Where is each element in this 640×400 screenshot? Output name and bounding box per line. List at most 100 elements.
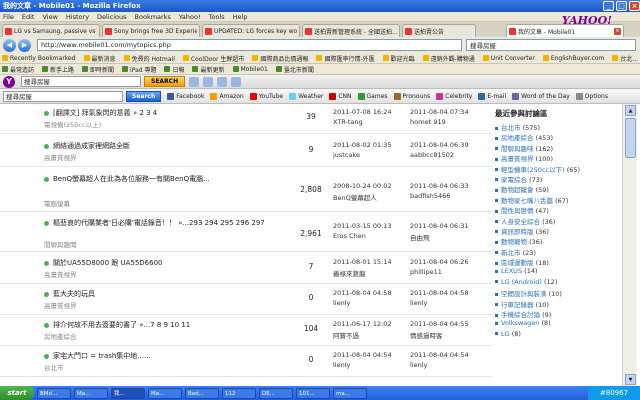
address-bar[interactable]: http://www.mobile01.com/mytopics.php <box>37 39 462 51</box>
last-reply-user[interactable]: 自由飛 <box>410 232 430 242</box>
menu-view[interactable]: View <box>42 13 57 21</box>
topic-forum[interactable]: 閒聊與趣聞 <box>44 239 77 249</box>
taskbar-item[interactable]: BMd... <box>37 387 71 399</box>
settings-icon[interactable] <box>231 76 242 87</box>
post-author[interactable]: Eros Chen <box>333 232 366 240</box>
browser-tab[interactable]: Sony brings free 3D Experienc... <box>102 24 200 37</box>
menu-yahoo[interactable]: Yahoo! <box>179 13 201 21</box>
menu-file[interactable]: File <box>3 13 14 21</box>
topic-link[interactable]: 網絡通過成家裡網路全斷 <box>44 141 294 151</box>
menu-delicious[interactable]: Delicious <box>97 13 126 21</box>
sidebar-item[interactable]: LG (8) <box>495 330 621 340</box>
scroll-thumb[interactable] <box>625 118 636 158</box>
sidebar-item[interactable]: 區域運動版 (18) <box>495 257 621 267</box>
menu-tools[interactable]: Tools <box>209 13 225 21</box>
close-button[interactable]: × <box>629 1 640 11</box>
link-item[interactable]: 臺北市新聞 <box>275 65 314 74</box>
toolbar-search-input[interactable]: 搜尋房屋 <box>3 90 123 102</box>
scroll-down-icon[interactable]: ▼ <box>625 374 636 385</box>
topic-link[interactable]: BenQ螢幕超人在此為各位服務一有關BenQ電腦... <box>44 174 294 184</box>
link-item[interactable]: 日報 <box>164 65 184 74</box>
menu-bookmarks[interactable]: Bookmarks <box>135 13 171 21</box>
bookmark-item[interactable]: Unit Converter <box>482 55 535 62</box>
link-item[interactable]: 即時新聞 <box>82 65 114 74</box>
taskbar-item[interactable]: Ma... <box>74 387 108 399</box>
sidebar-item[interactable]: 動物家七嘴八舌篇 (67) <box>495 195 621 205</box>
topic-link[interactable]: 關於UA55D8000 跟 UA55D6600 <box>44 258 294 268</box>
topic-forum[interactable]: 電腦螢幕 <box>44 198 70 208</box>
yahoo-logo-icon[interactable]: Y <box>3 75 15 88</box>
facebook-button[interactable]: Facebook <box>167 92 204 100</box>
maximize-button[interactable]: □ <box>616 1 627 11</box>
bookmark-item[interactable]: 國際商品比價通報 <box>252 54 308 63</box>
taskbar-item[interactable]: Ma... <box>148 387 182 399</box>
sidebar-item[interactable]: 輕型機車(250cc以下) (65) <box>495 164 621 174</box>
browser-tab[interactable]: LG vs Samsung, passive vs act... <box>2 24 100 37</box>
last-reply-user[interactable]: 情感過時客 <box>410 330 443 340</box>
topic-forum[interactable]: 高畫質視界 <box>44 300 77 310</box>
yahoo-search-button[interactable]: SEARCH <box>144 76 186 87</box>
bookmark-item[interactable]: 台北... <box>612 54 638 63</box>
sidebar-item[interactable]: 資訊即時版 (36) <box>495 226 621 236</box>
youtube-button[interactable]: YouTube <box>249 92 283 100</box>
topic-link[interactable]: [翻譯文] 拜氣象閃的意義 » 2 3 4 <box>44 108 294 118</box>
sidebar-item[interactable]: 人身安全綜合 (36) <box>495 216 621 226</box>
link-item[interactable]: Mobile01 <box>232 66 268 73</box>
sidebar-item[interactable]: 房地產綜合 (453) <box>495 132 621 142</box>
link-item[interactable]: iPad 專題 <box>122 65 156 74</box>
taskbar-item[interactable]: 112 <box>222 387 256 399</box>
mail-icon[interactable] <box>189 76 200 87</box>
celebrity-button[interactable]: Celebrity <box>436 92 472 100</box>
taskbar-item[interactable]: DE... <box>259 387 293 399</box>
topic-link[interactable]: 藍大夫的玩具 <box>44 289 294 299</box>
bookmark-item[interactable]: 歡迎光臨 <box>382 54 415 63</box>
taskbar-item[interactable]: Bad... <box>185 387 219 399</box>
link-item[interactable]: 新手上路 <box>42 65 74 74</box>
link-item[interactable]: 最新更新 <box>192 65 225 74</box>
last-reply-user[interactable]: badfish5466 <box>410 192 450 200</box>
browser-tab[interactable]: 送拍賣新管理系統 - 全國送拍... <box>302 24 400 37</box>
post-author[interactable]: lienly <box>333 299 350 307</box>
browser-tab[interactable]: 送拍賣公告 <box>402 24 476 37</box>
bookmark-item[interactable]: CoolDoor 生鮮超市 <box>182 54 244 63</box>
post-author[interactable]: XTR-tang <box>333 118 363 126</box>
topic-forum[interactable]: 台北市 <box>44 362 64 372</box>
pronouns-button[interactable]: Pronouns <box>393 92 430 100</box>
topic-link[interactable]: 樞悲哀的代購業者'日必購'電話錄音！！ »...293 294 295 296 … <box>44 218 294 228</box>
toolbar-search-button[interactable]: Search <box>126 90 162 102</box>
sidebar-item[interactable]: 行車記錄器 (10) <box>495 299 621 309</box>
post-author[interactable]: lienly <box>333 361 350 369</box>
topic-forum[interactable]: 高畫質視界 <box>44 152 77 162</box>
email-button[interactable]: E-mail <box>478 92 506 100</box>
sidebar-item[interactable]: LEXUS (14) <box>495 267 621 277</box>
sidebar-item[interactable]: 新北市 (23) <box>495 247 621 257</box>
amazon-button[interactable]: Amazon <box>210 92 244 100</box>
topic-link[interactable]: 家宅大門口 = trash集中地...... <box>44 351 294 361</box>
sidebar-item[interactable]: 空間設計與裝潢 (10) <box>495 288 621 298</box>
sidebar-item[interactable]: 家電綜合 (73) <box>495 174 621 184</box>
sidebar-item[interactable]: 高畫質視界 (100) <box>495 153 621 163</box>
vertical-scrollbar[interactable]: ▲ ▼ <box>622 104 637 386</box>
topic-link[interactable]: 排介何故不用去簽要的書了 »...7 8 9 10 11 <box>44 320 294 330</box>
browser-tab[interactable]: UPDATED: LG forces key world... <box>202 24 300 37</box>
topic-forum[interactable]: 高畫質視界 <box>44 269 77 279</box>
back-button[interactable]: ◀ <box>3 38 16 52</box>
taskbar-item[interactable]: ma... <box>333 387 367 399</box>
yahoo-search-input[interactable]: 搜尋房屋 <box>21 76 141 87</box>
sidebar-item[interactable]: 台北市 (575) <box>495 122 621 132</box>
start-button[interactable]: start <box>0 386 34 400</box>
post-author[interactable]: 阿寶不過 <box>333 330 359 340</box>
minimize-button[interactable]: _ <box>603 1 614 11</box>
browser-search-input[interactable]: 搜尋房屋 <box>466 39 636 51</box>
word-of-day-button[interactable]: Word of the Day <box>512 92 570 100</box>
bookmark-item[interactable]: 國際匯率行情-外匯 <box>316 54 375 63</box>
news-icon[interactable] <box>203 76 214 87</box>
options-button[interactable]: Options <box>575 92 608 100</box>
post-author[interactable]: BenQ螢幕超人 <box>333 192 377 202</box>
last-reply-user[interactable]: lienly <box>410 299 427 307</box>
cnn-button[interactable]: CNN <box>329 92 352 100</box>
forward-button[interactable]: ▶ <box>18 38 31 52</box>
taskbar-item-active[interactable]: 我... <box>111 387 145 399</box>
topic-forum[interactable]: 房地產綜合 <box>44 331 77 341</box>
bookmark-icon[interactable] <box>217 76 228 87</box>
